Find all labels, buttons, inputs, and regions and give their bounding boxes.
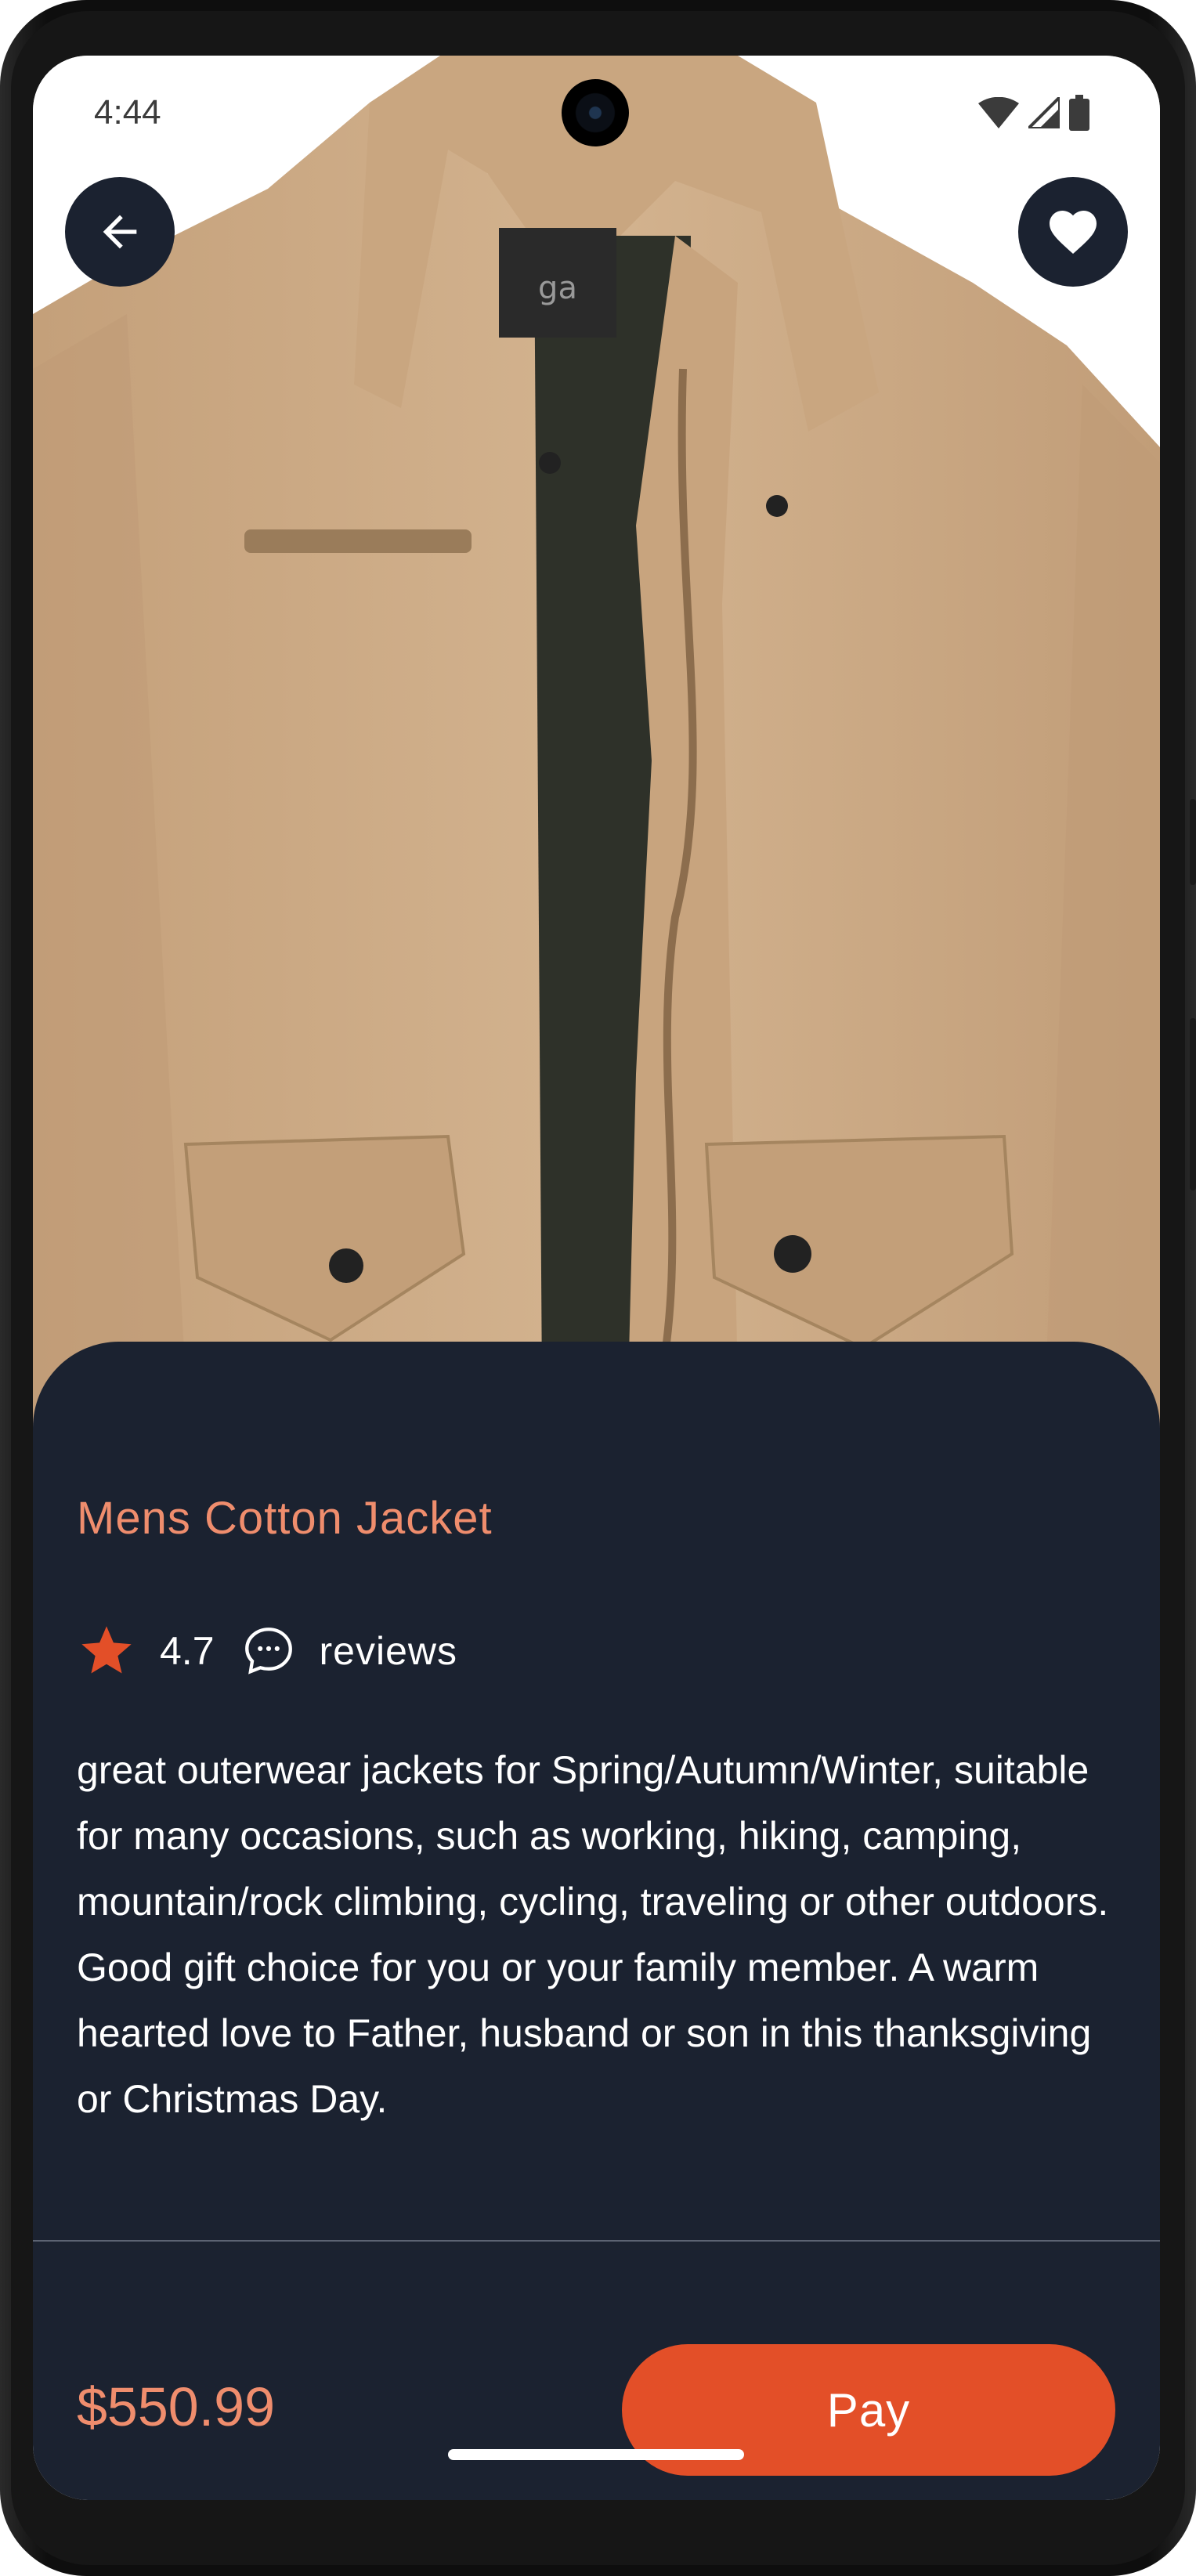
front-camera	[562, 79, 629, 146]
product-description: great outerwear jackets for Spring/Autum…	[77, 1748, 1109, 2121]
arrow-left-icon	[103, 215, 137, 249]
wifi-icon	[978, 97, 1019, 128]
back-button[interactable]	[65, 177, 175, 287]
status-bar: 4:44	[33, 56, 1160, 173]
power-button	[1190, 1018, 1196, 1190]
product-details-sheet: Mens Cotton Jacket 4.7 reviews great out…	[33, 1342, 1160, 2500]
jacket-illustration: ga	[33, 56, 1160, 1450]
battery-icon	[1069, 95, 1089, 131]
rating-row: 4.7 reviews	[77, 1620, 457, 1682]
volume-button	[1190, 799, 1196, 885]
product-title: Mens Cotton Jacket	[77, 1493, 493, 1544]
jacket-label-text: ga	[538, 270, 577, 306]
status-icons	[978, 95, 1089, 131]
app-screen: ga 4:44 Mens Cotton Jacket 4.7 reviews g…	[33, 56, 1160, 2500]
rating-value: 4.7	[160, 1629, 215, 1673]
reviews-link[interactable]: reviews	[320, 1628, 457, 1674]
chat-bubble-icon[interactable]	[240, 1622, 298, 1680]
favorite-button[interactable]	[1018, 177, 1128, 287]
heart-icon	[1050, 211, 1097, 255]
status-time: 4:44	[94, 93, 161, 132]
signal-icon	[1028, 97, 1060, 128]
product-price: $550.99	[77, 2376, 276, 2437]
home-indicator[interactable]	[448, 2449, 744, 2460]
product-image: ga	[33, 56, 1160, 1450]
divider	[33, 2240, 1160, 2242]
star-icon	[81, 1626, 132, 1674]
phone-frame: ga 4:44 Mens Cotton Jacket 4.7 reviews g…	[0, 0, 1196, 2576]
